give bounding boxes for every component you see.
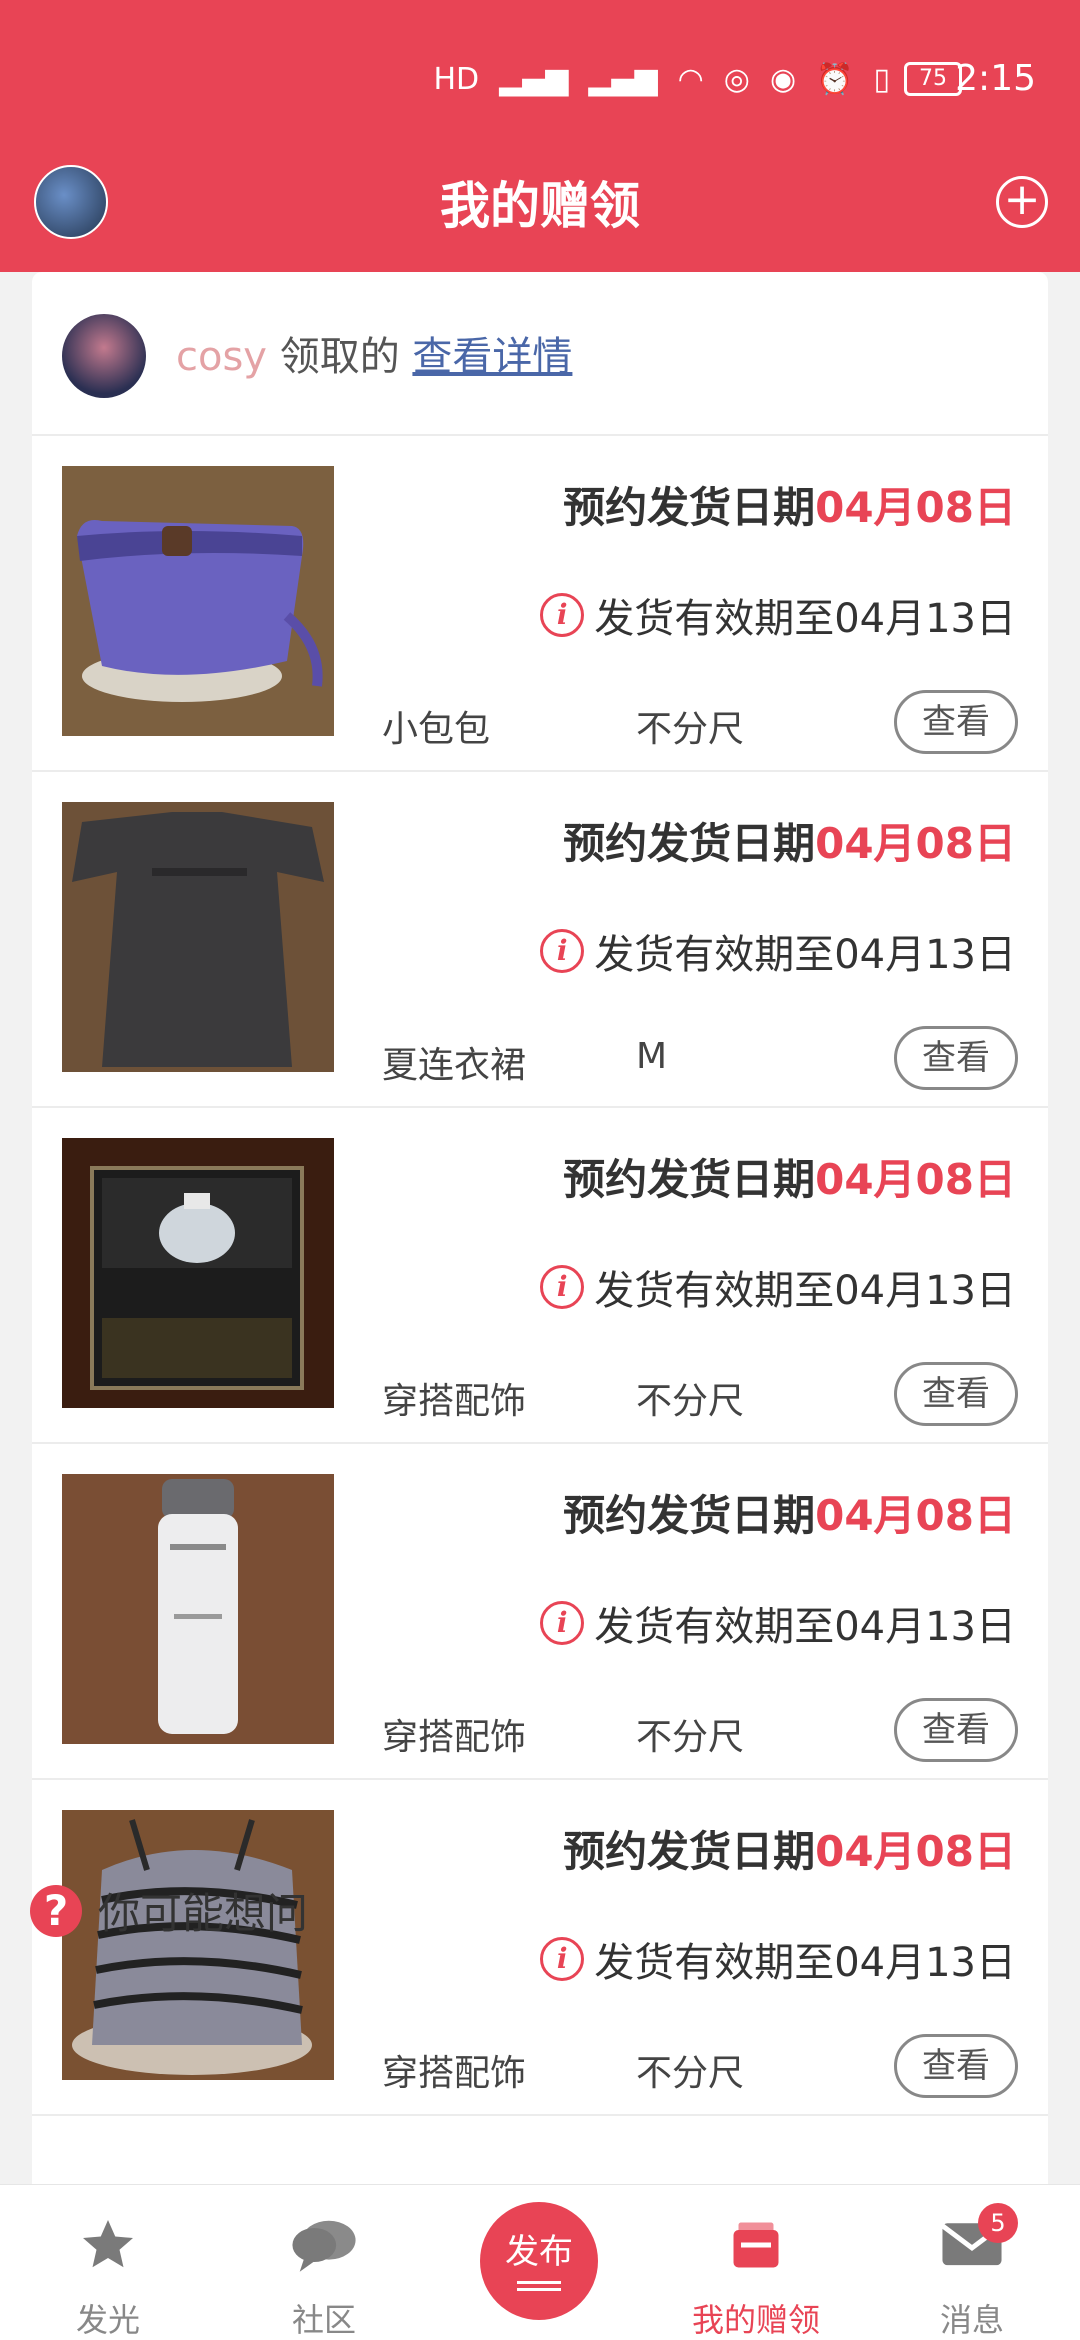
valid-until-text: 发货有效期至04月13日: [594, 1940, 1016, 1986]
item-photo: [62, 1810, 334, 2080]
ship-date-value: 04月08日: [815, 1827, 1016, 1876]
item-name: 小包包: [382, 709, 491, 750]
list-item[interactable]: 预约发货日期04月08日 i 发货有效期至04月13日 小包包 不分尺 查看: [32, 436, 1048, 772]
status-bar: HD ▂▄▆ ▂▄▆ ◠ ◎ ◉ ⏰ ▯ 75 2:15: [0, 50, 1080, 110]
clock: 2:15: [955, 58, 1036, 99]
view-details-link[interactable]: 查看详情: [412, 334, 572, 380]
valid-until: i 发货有效期至04月13日: [540, 1594, 1016, 1652]
ship-date-value: 04月08日: [815, 1491, 1016, 1540]
valid-until: i 发货有效期至04月13日: [540, 586, 1016, 644]
ship-date: 预约发货日期04月08日: [563, 474, 1016, 535]
unread-badge: 5: [978, 2203, 1018, 2243]
nav-label: 我的赠领: [691, 2301, 820, 2339]
item-size: 不分尺: [636, 2053, 745, 2094]
item-size: 不分尺: [636, 709, 745, 750]
eye-icon: ◉: [769, 62, 797, 97]
ship-date: 预约发货日期04月08日: [563, 1818, 1016, 1879]
claim-label: 领取的: [266, 334, 413, 380]
item-photo: [62, 1474, 334, 1744]
claimer-avatar[interactable]: [62, 314, 146, 398]
item-photo: [62, 1138, 334, 1408]
info-icon: i: [540, 1937, 585, 1981]
item-size: 不分尺: [636, 1381, 745, 1422]
nav-item-glow[interactable]: 发光: [28, 2185, 188, 2340]
item-size: M: [636, 1036, 668, 1077]
ship-date: 预约发货日期04月08日: [563, 1482, 1016, 1543]
publish-icon: [517, 2281, 561, 2291]
signal-icon: ▂▄▆: [499, 62, 569, 97]
ship-date-label: 预约发货日期: [563, 1155, 816, 1204]
ship-date: 预约发货日期04月08日: [563, 810, 1016, 871]
item-name: 穿搭配饰: [382, 1381, 527, 1422]
status-icons: HD ▂▄▆ ▂▄▆ ◠ ◎ ◉ ⏰ ▯: [433, 58, 890, 102]
info-icon: i: [540, 1601, 585, 1645]
item-name: 夏连衣裙: [382, 1045, 527, 1086]
chat-icon: [292, 2220, 356, 2272]
ship-date-value: 04月08日: [815, 819, 1016, 868]
nav-label: 社区: [291, 2301, 356, 2339]
item-size: 不分尺: [636, 1717, 745, 1758]
info-icon: i: [540, 1265, 585, 1309]
vibrate-icon: ▯: [873, 62, 890, 97]
list-item[interactable]: 预约发货日期04月08日 i 发货有效期至04月13日 夏连衣裙 M 查看: [32, 772, 1048, 1108]
publish-button[interactable]: 发布: [480, 2202, 598, 2320]
star-icon: [83, 2220, 133, 2268]
valid-until-text: 发货有效期至04月13日: [594, 596, 1016, 642]
page-title: 我的赠领: [440, 177, 640, 235]
claimer-name[interactable]: cosy: [176, 334, 267, 380]
nav-item-community[interactable]: 社区: [244, 2185, 404, 2340]
item-photo: [62, 466, 334, 736]
ship-date-value: 04月08日: [815, 483, 1016, 532]
item-photo: [62, 802, 334, 1072]
view-button[interactable]: 查看: [894, 690, 1018, 754]
ship-date: 预约发货日期04月08日: [563, 1146, 1016, 1207]
nav-item-messages[interactable]: 5 消息: [892, 2185, 1052, 2340]
list-item[interactable]: 预约发货日期04月08日 i 发货有效期至04月13日 穿搭配饰 不分尺 查看: [32, 1444, 1048, 1780]
valid-until: i 发货有效期至04月13日: [540, 1258, 1016, 1316]
list-item[interactable]: 预约发货日期04月08日 i 发货有效期至04月13日 穿搭配饰 不分尺 查看: [32, 1108, 1048, 1444]
item-name: 穿搭配饰: [382, 2053, 527, 2094]
item-name: 穿搭配饰: [382, 1717, 527, 1758]
valid-until: i 发货有效期至04月13日: [540, 922, 1016, 980]
valid-until-text: 发货有效期至04月13日: [594, 1604, 1016, 1650]
valid-until: i 发货有效期至04月13日: [540, 1930, 1016, 1988]
nfc-icon: ◎: [723, 62, 750, 97]
ship-date-value: 04月08日: [815, 1155, 1016, 1204]
ship-date-label: 预约发货日期: [563, 1491, 816, 1540]
ship-date-label: 预约发货日期: [563, 1827, 816, 1876]
claim-text: cosy 领取的 查看详情: [176, 324, 572, 382]
add-icon[interactable]: +: [996, 176, 1048, 228]
faq-section[interactable]: ? 你可能想问: [30, 1880, 308, 1941]
valid-until-text: 发货有效期至04月13日: [594, 1268, 1016, 1314]
faq-title: 你可能想问: [98, 1889, 309, 1938]
nav-label: 发光: [75, 2301, 140, 2339]
info-icon: i: [540, 929, 585, 973]
info-icon: i: [540, 593, 585, 637]
header: HD ▂▄▆ ▂▄▆ ◠ ◎ ◉ ⏰ ▯ 75 2:15 我的赠领 +: [0, 0, 1080, 272]
nav-item-my-gifts[interactable]: 我的赠领: [676, 2185, 836, 2340]
wifi-icon: ◠: [677, 62, 704, 97]
hd-icon: HD: [433, 62, 480, 97]
battery-icon: 75: [904, 62, 962, 96]
ship-date-label: 预约发货日期: [563, 483, 816, 532]
alarm-icon: ⏰: [816, 62, 854, 97]
list-item[interactable]: 预约发货日期04月08日 i 发货有效期至04月13日 穿搭配饰 不分尺 查看: [32, 1780, 1048, 2116]
gift-box-icon: [733, 2222, 779, 2268]
view-button[interactable]: 查看: [894, 1026, 1018, 1090]
ship-date-label: 预约发货日期: [563, 819, 816, 868]
claim-header: cosy 领取的 查看详情: [32, 272, 1048, 436]
question-icon: ?: [30, 1884, 82, 1937]
nav-label: 消息: [939, 2301, 1004, 2339]
valid-until-text: 发货有效期至04月13日: [594, 932, 1016, 978]
view-button[interactable]: 查看: [894, 2034, 1018, 2098]
publish-label: 发布: [505, 2232, 573, 2272]
signal-icon: ▂▄▆: [588, 62, 658, 97]
view-button[interactable]: 查看: [894, 1698, 1018, 1762]
view-button[interactable]: 查看: [894, 1362, 1018, 1426]
